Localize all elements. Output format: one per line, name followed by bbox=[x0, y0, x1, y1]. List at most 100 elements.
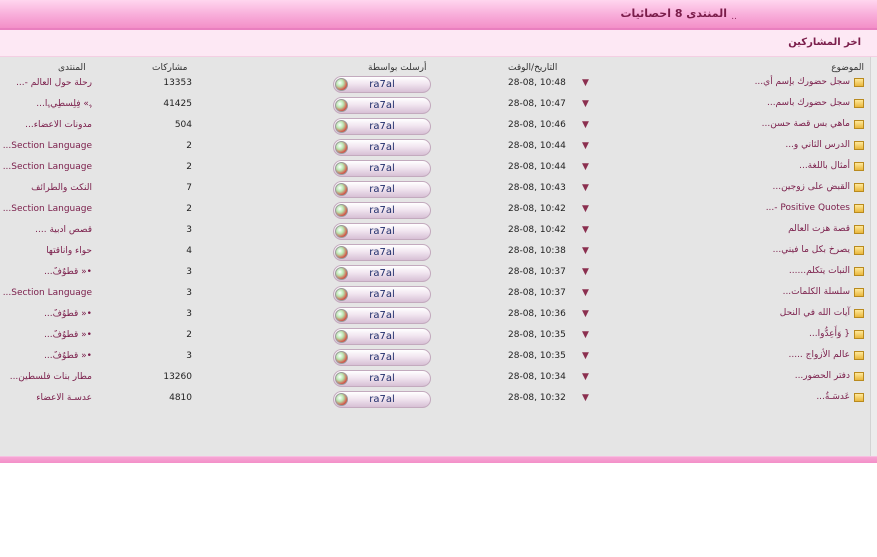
user-badge[interactable]: ra7al bbox=[333, 76, 431, 93]
forum-link[interactable]: •« قطوٌفٌ... bbox=[2, 351, 92, 361]
user-badge[interactable]: ra7al bbox=[333, 328, 431, 345]
post-date: 28-08, 10:35 bbox=[508, 330, 566, 340]
arrow-down-icon[interactable]: ▼ bbox=[582, 99, 589, 109]
forum-link[interactable]: •« قطوٌفٌ... bbox=[2, 330, 92, 340]
arrow-down-icon[interactable]: ▼ bbox=[582, 204, 589, 214]
user-badge[interactable]: ra7al bbox=[333, 139, 431, 156]
arrow-down-icon[interactable]: ▼ bbox=[582, 330, 589, 340]
topic-link[interactable]: سلسلة الكلمات... bbox=[783, 287, 850, 297]
topic-link[interactable]: { وَأَعِدُّوا... bbox=[809, 329, 850, 339]
user-badge[interactable]: ra7al bbox=[333, 202, 431, 219]
forum-link[interactable]: Section Language... bbox=[2, 162, 92, 172]
arrow-down-icon[interactable]: ▼ bbox=[582, 288, 589, 298]
forum-link[interactable]: حواء وأناقتها bbox=[2, 246, 92, 256]
folder-icon bbox=[854, 183, 864, 192]
post-date: 28-08, 10:42 bbox=[508, 225, 566, 235]
user-badge[interactable]: ra7al bbox=[333, 265, 431, 282]
post-date: 28-08, 10:38 bbox=[508, 246, 566, 256]
table-row: عالم الأزواج ..... ▼ 28-08, 10:35 ra7al 3 •« … bbox=[0, 347, 877, 368]
user-badge[interactable]: ra7al bbox=[333, 118, 431, 135]
arrow-down-icon[interactable]: ▼ bbox=[582, 78, 589, 88]
forum-link[interactable]: Section Language... bbox=[2, 204, 92, 214]
arrow-down-icon[interactable]: ▼ bbox=[582, 120, 589, 130]
arrow-down-icon[interactable]: ▼ bbox=[582, 267, 589, 277]
topic-link[interactable]: آيات الله في النحل bbox=[780, 308, 850, 318]
arrow-down-icon[interactable]: ▼ bbox=[582, 351, 589, 361]
folder-icon bbox=[854, 99, 864, 108]
topic-link[interactable]: سجل حضورك بإسم أي... bbox=[755, 77, 850, 87]
topic-link[interactable]: النبات يتكلم...... bbox=[789, 266, 850, 276]
topic-link[interactable]: ماهي بس قصة حسن... bbox=[762, 119, 850, 129]
user-name[interactable]: ra7al bbox=[334, 247, 430, 258]
user-name[interactable]: ra7al bbox=[334, 268, 430, 279]
forum-link[interactable]: •« قطوٌفٌ... bbox=[2, 267, 92, 277]
arrow-down-icon[interactable]: ▼ bbox=[582, 372, 589, 382]
forum-link[interactable]: النكت والطرائف bbox=[2, 183, 92, 193]
topic-link[interactable]: يصرخ بكل ما فيني... bbox=[773, 245, 850, 255]
forum-link[interactable]: مدونات الأعضاء... bbox=[2, 120, 92, 130]
arrow-down-icon[interactable]: ▼ bbox=[582, 183, 589, 193]
table-row: دفتر الحضور... ▼ 28-08, 10:34 ra7al 13260 مطا… bbox=[0, 368, 877, 389]
topic-link[interactable]: الدرس الثاني و... bbox=[785, 140, 850, 150]
user-badge[interactable]: ra7al bbox=[333, 370, 431, 387]
post-count: 7 bbox=[186, 183, 192, 193]
user-name[interactable]: ra7al bbox=[334, 121, 430, 132]
user-badge[interactable]: ra7al bbox=[333, 223, 431, 240]
user-badge[interactable]: ra7al bbox=[333, 391, 431, 408]
col-header-sent-by: أرسلت بواسطة bbox=[368, 63, 427, 73]
table-row: يصرخ بكل ما فيني... ▼ 28-08, 10:38 ra7al 4 حو… bbox=[0, 242, 877, 263]
table-row: { وَأَعِدُّوا... ▼ 28-08, 10:35 ra7al 2 •« قط… bbox=[0, 326, 877, 347]
topic-link[interactable]: أمثال باللغة... bbox=[799, 161, 850, 171]
folder-icon bbox=[854, 162, 864, 171]
user-badge[interactable]: ra7al bbox=[333, 307, 431, 324]
forum-link[interactable]: قصص أدبية .... bbox=[2, 225, 92, 235]
post-count: 3 bbox=[186, 309, 192, 319]
topic-link[interactable]: عالم الأزواج ..... bbox=[788, 350, 850, 360]
arrow-down-icon[interactable]: ▼ bbox=[582, 246, 589, 256]
user-badge[interactable]: ra7al bbox=[333, 244, 431, 261]
arrow-down-icon[interactable]: ▼ bbox=[582, 141, 589, 151]
forum-link[interactable]: رحلة حول العالم -... bbox=[2, 78, 92, 88]
latest-posters-title: اخر المشاركين bbox=[788, 37, 861, 48]
folder-icon bbox=[854, 141, 864, 150]
forum-link[interactable]: عدسـة الأعضاء bbox=[2, 393, 92, 403]
user-name[interactable]: ra7al bbox=[334, 79, 430, 90]
user-name[interactable]: ra7al bbox=[334, 394, 430, 405]
forum-link[interactable]: ﮩ» فِلِسطِيﮩا... bbox=[2, 99, 92, 109]
user-name[interactable]: ra7al bbox=[334, 226, 430, 237]
post-count: 2 bbox=[186, 204, 192, 214]
topic-link[interactable]: عَدسَـةُ... bbox=[816, 392, 850, 402]
user-badge[interactable]: ra7al bbox=[333, 181, 431, 198]
user-name[interactable]: ra7al bbox=[334, 352, 430, 363]
user-badge[interactable]: ra7al bbox=[333, 97, 431, 114]
user-name[interactable]: ra7al bbox=[334, 163, 430, 174]
topic-link[interactable]: سجل حضورك باسم... bbox=[767, 98, 850, 108]
user-badge[interactable]: ra7al bbox=[333, 160, 431, 177]
arrow-down-icon[interactable]: ▼ bbox=[582, 309, 589, 319]
topic-link[interactable]: دفتر الحضور... bbox=[795, 371, 850, 381]
topic-link[interactable]: قصة هزت العالم bbox=[788, 224, 850, 234]
user-name[interactable]: ra7al bbox=[334, 184, 430, 195]
user-name[interactable]: ra7al bbox=[334, 289, 430, 300]
post-date: 28-08, 10:48 bbox=[508, 78, 566, 88]
user-name[interactable]: ra7al bbox=[334, 100, 430, 111]
arrow-down-icon[interactable]: ▼ bbox=[582, 162, 589, 172]
topic-link[interactable]: القبض على زوجين... bbox=[772, 182, 850, 192]
arrow-down-icon[interactable]: ▼ bbox=[582, 393, 589, 403]
user-badge[interactable]: ra7al bbox=[333, 286, 431, 303]
forum-link[interactable]: Section Language... bbox=[2, 288, 92, 298]
topic-link[interactable]: Positive Quotes -... bbox=[766, 203, 850, 213]
user-name[interactable]: ra7al bbox=[334, 310, 430, 321]
post-count: 3 bbox=[186, 351, 192, 361]
user-badge[interactable]: ra7al bbox=[333, 349, 431, 366]
user-name[interactable]: ra7al bbox=[334, 373, 430, 384]
forum-link[interactable]: مطار بنات فلسطين... bbox=[2, 372, 92, 382]
user-name[interactable]: ra7al bbox=[334, 142, 430, 153]
table-row: سجل حضورك بإسم أي... ▼ 28-08, 10:48 ra7al 13… bbox=[0, 74, 877, 95]
user-name[interactable]: ra7al bbox=[334, 205, 430, 216]
arrow-down-icon[interactable]: ▼ bbox=[582, 225, 589, 235]
forum-link[interactable]: Section Language... bbox=[2, 141, 92, 151]
user-name[interactable]: ra7al bbox=[334, 331, 430, 342]
forum-link[interactable]: •« قطوٌفٌ... bbox=[2, 309, 92, 319]
post-count: 2 bbox=[186, 330, 192, 340]
